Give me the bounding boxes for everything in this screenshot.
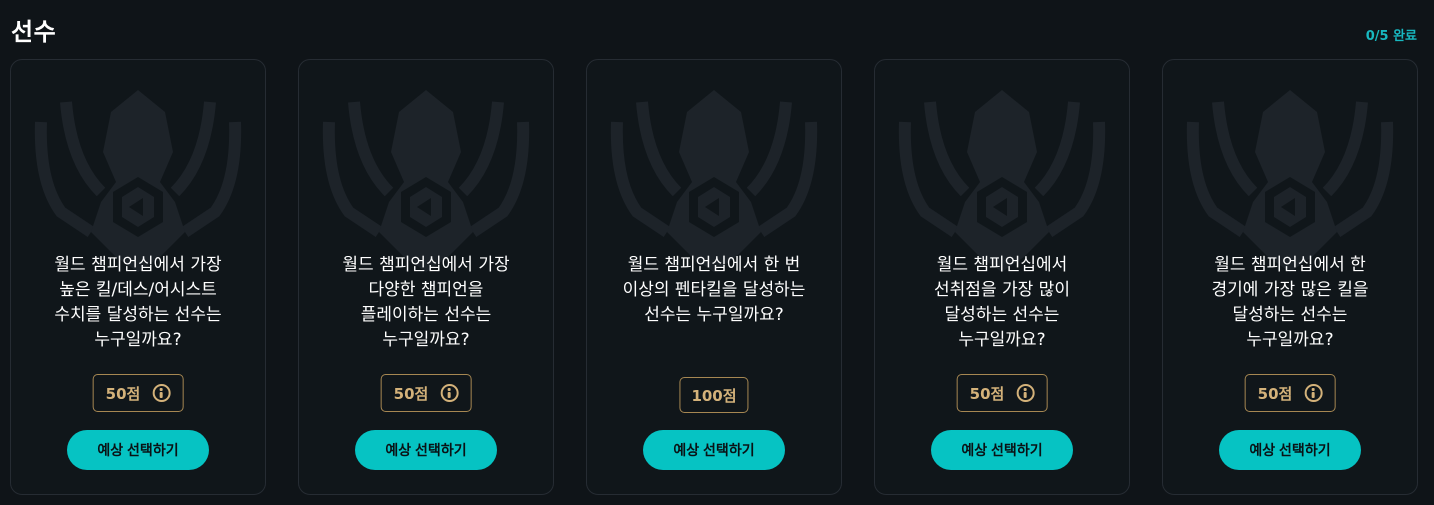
question-text: 월드 챔피언십에서 가장 다양한 챔피언을 플레이하는 선수는 누구일까요? (342, 255, 510, 350)
points-badge: 50점 (1244, 374, 1336, 412)
points-value: 50점 (105, 384, 141, 403)
section-title: 선수 (11, 18, 57, 46)
select-prediction-button[interactable]: 예상 선택하기 (355, 430, 497, 470)
champion-emblem-icon (610, 90, 818, 272)
info-icon[interactable] (440, 384, 459, 402)
points-badge: 50점 (92, 374, 184, 412)
info-icon[interactable] (152, 384, 171, 402)
champion-emblem-icon (34, 90, 242, 272)
question-text: 월드 챔피언십에서 선취점을 가장 많이 달성하는 선수는 누구일까요? (934, 255, 1070, 350)
info-icon[interactable] (1016, 384, 1035, 402)
points-badge: 100점 (679, 377, 749, 413)
prediction-card-list: 월드 챔피언십에서 가장 높은 킬/데스/어시스트 수치를 달성하는 선수는 누… (10, 59, 1418, 495)
prediction-card: 월드 챔피언십에서 한 번 이상의 펜타킬을 달성하는 선수는 누구일까요? 1… (586, 59, 842, 495)
question-text: 월드 챔피언십에서 가장 높은 킬/데스/어시스트 수치를 달성하는 선수는 누… (54, 255, 222, 350)
select-prediction-button[interactable]: 예상 선택하기 (1219, 430, 1361, 470)
prediction-card: 월드 챔피언십에서 선취점을 가장 많이 달성하는 선수는 누구일까요? 50점… (874, 59, 1130, 495)
completion-counter: 0/5 완료 (1365, 29, 1417, 44)
prediction-card: 월드 챔피언십에서 가장 높은 킬/데스/어시스트 수치를 달성하는 선수는 누… (10, 59, 266, 495)
question-text: 월드 챔피언십에서 한 경기에 가장 많은 킬을 달성하는 선수는 누구일까요? (1211, 255, 1369, 350)
points-value: 50점 (393, 384, 429, 403)
select-prediction-button[interactable]: 예상 선택하기 (643, 430, 785, 470)
points-value: 50점 (969, 384, 1005, 403)
info-icon[interactable] (1304, 384, 1323, 402)
section-header: 선수 0/5 완료 (0, 0, 1434, 58)
champion-emblem-icon (898, 90, 1106, 272)
champion-emblem-icon (1186, 90, 1394, 272)
champion-emblem-icon (322, 90, 530, 272)
points-value: 100점 (691, 386, 737, 405)
prediction-card: 월드 챔피언십에서 한 경기에 가장 많은 킬을 달성하는 선수는 누구일까요?… (1162, 59, 1418, 495)
points-badge: 50점 (956, 374, 1048, 412)
question-text: 월드 챔피언십에서 한 번 이상의 펜타킬을 달성하는 선수는 누구일까요? (622, 255, 806, 325)
select-prediction-button[interactable]: 예상 선택하기 (67, 430, 209, 470)
select-prediction-button[interactable]: 예상 선택하기 (931, 430, 1073, 470)
points-badge: 50점 (380, 374, 472, 412)
prediction-card: 월드 챔피언십에서 가장 다양한 챔피언을 플레이하는 선수는 누구일까요? 5… (298, 59, 554, 495)
points-value: 50점 (1257, 384, 1293, 403)
